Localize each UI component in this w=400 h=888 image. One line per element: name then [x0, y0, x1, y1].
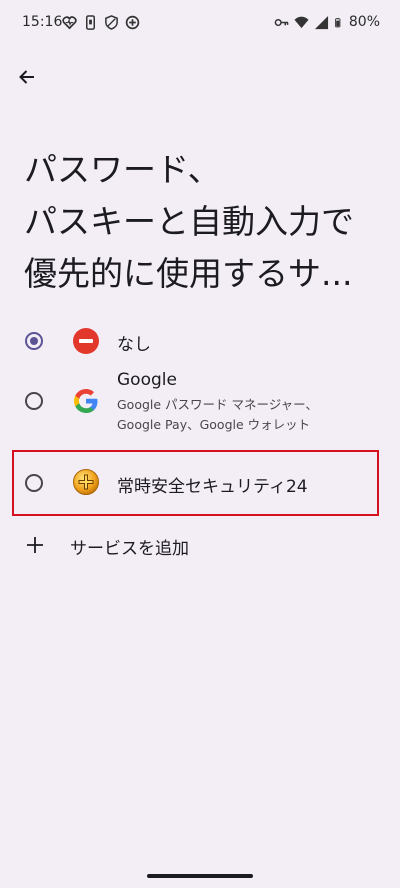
battery-percent: 80% — [348, 14, 380, 30]
security24-icon — [73, 469, 99, 495]
option-security24[interactable]: 常時安全セキュリティ24 — [0, 455, 400, 511]
option-label: Google — [117, 370, 177, 390]
option-label: なし — [117, 335, 151, 355]
option-google[interactable]: Google Google パスワード マネージャー、 Google Pay、G… — [0, 366, 400, 438]
wifi-icon — [294, 16, 309, 28]
radio-button[interactable] — [25, 392, 43, 410]
radio-button-selected[interactable] — [25, 332, 43, 350]
data-saver-icon — [125, 15, 140, 30]
status-system-icons: 80% — [274, 14, 380, 30]
option-none[interactable]: なし — [0, 320, 400, 362]
none-red-icon — [73, 328, 99, 354]
battery-icon — [335, 17, 341, 27]
page-title: パスワード、 パスキーと自動入力で 優先的に使用するサ... — [24, 150, 354, 293]
gesture-nav-handle[interactable] — [147, 874, 253, 878]
status-notification-icons — [62, 15, 140, 30]
phone-icon — [86, 15, 95, 30]
shield-icon — [105, 15, 118, 30]
signal-icon — [314, 15, 328, 29]
option-subtitle: Google パスワード マネージャー、 Google Pay、Google ウ… — [117, 397, 319, 432]
add-service-label: サービスを追加 — [70, 539, 189, 559]
add-service-button[interactable]: サービスを追加 — [0, 525, 400, 565]
google-g-icon — [74, 389, 98, 413]
option-label: 常時安全セキュリティ24 — [117, 477, 308, 497]
vpn-key-icon — [274, 18, 289, 26]
heart-health-icon — [62, 16, 77, 30]
radio-button[interactable] — [25, 474, 43, 492]
back-button[interactable] — [14, 64, 40, 90]
plus-icon — [27, 537, 43, 553]
arrow-back-icon — [19, 70, 34, 84]
status-time: 15:16 — [22, 14, 63, 30]
status-bar: 15:16 80% — [0, 0, 400, 46]
